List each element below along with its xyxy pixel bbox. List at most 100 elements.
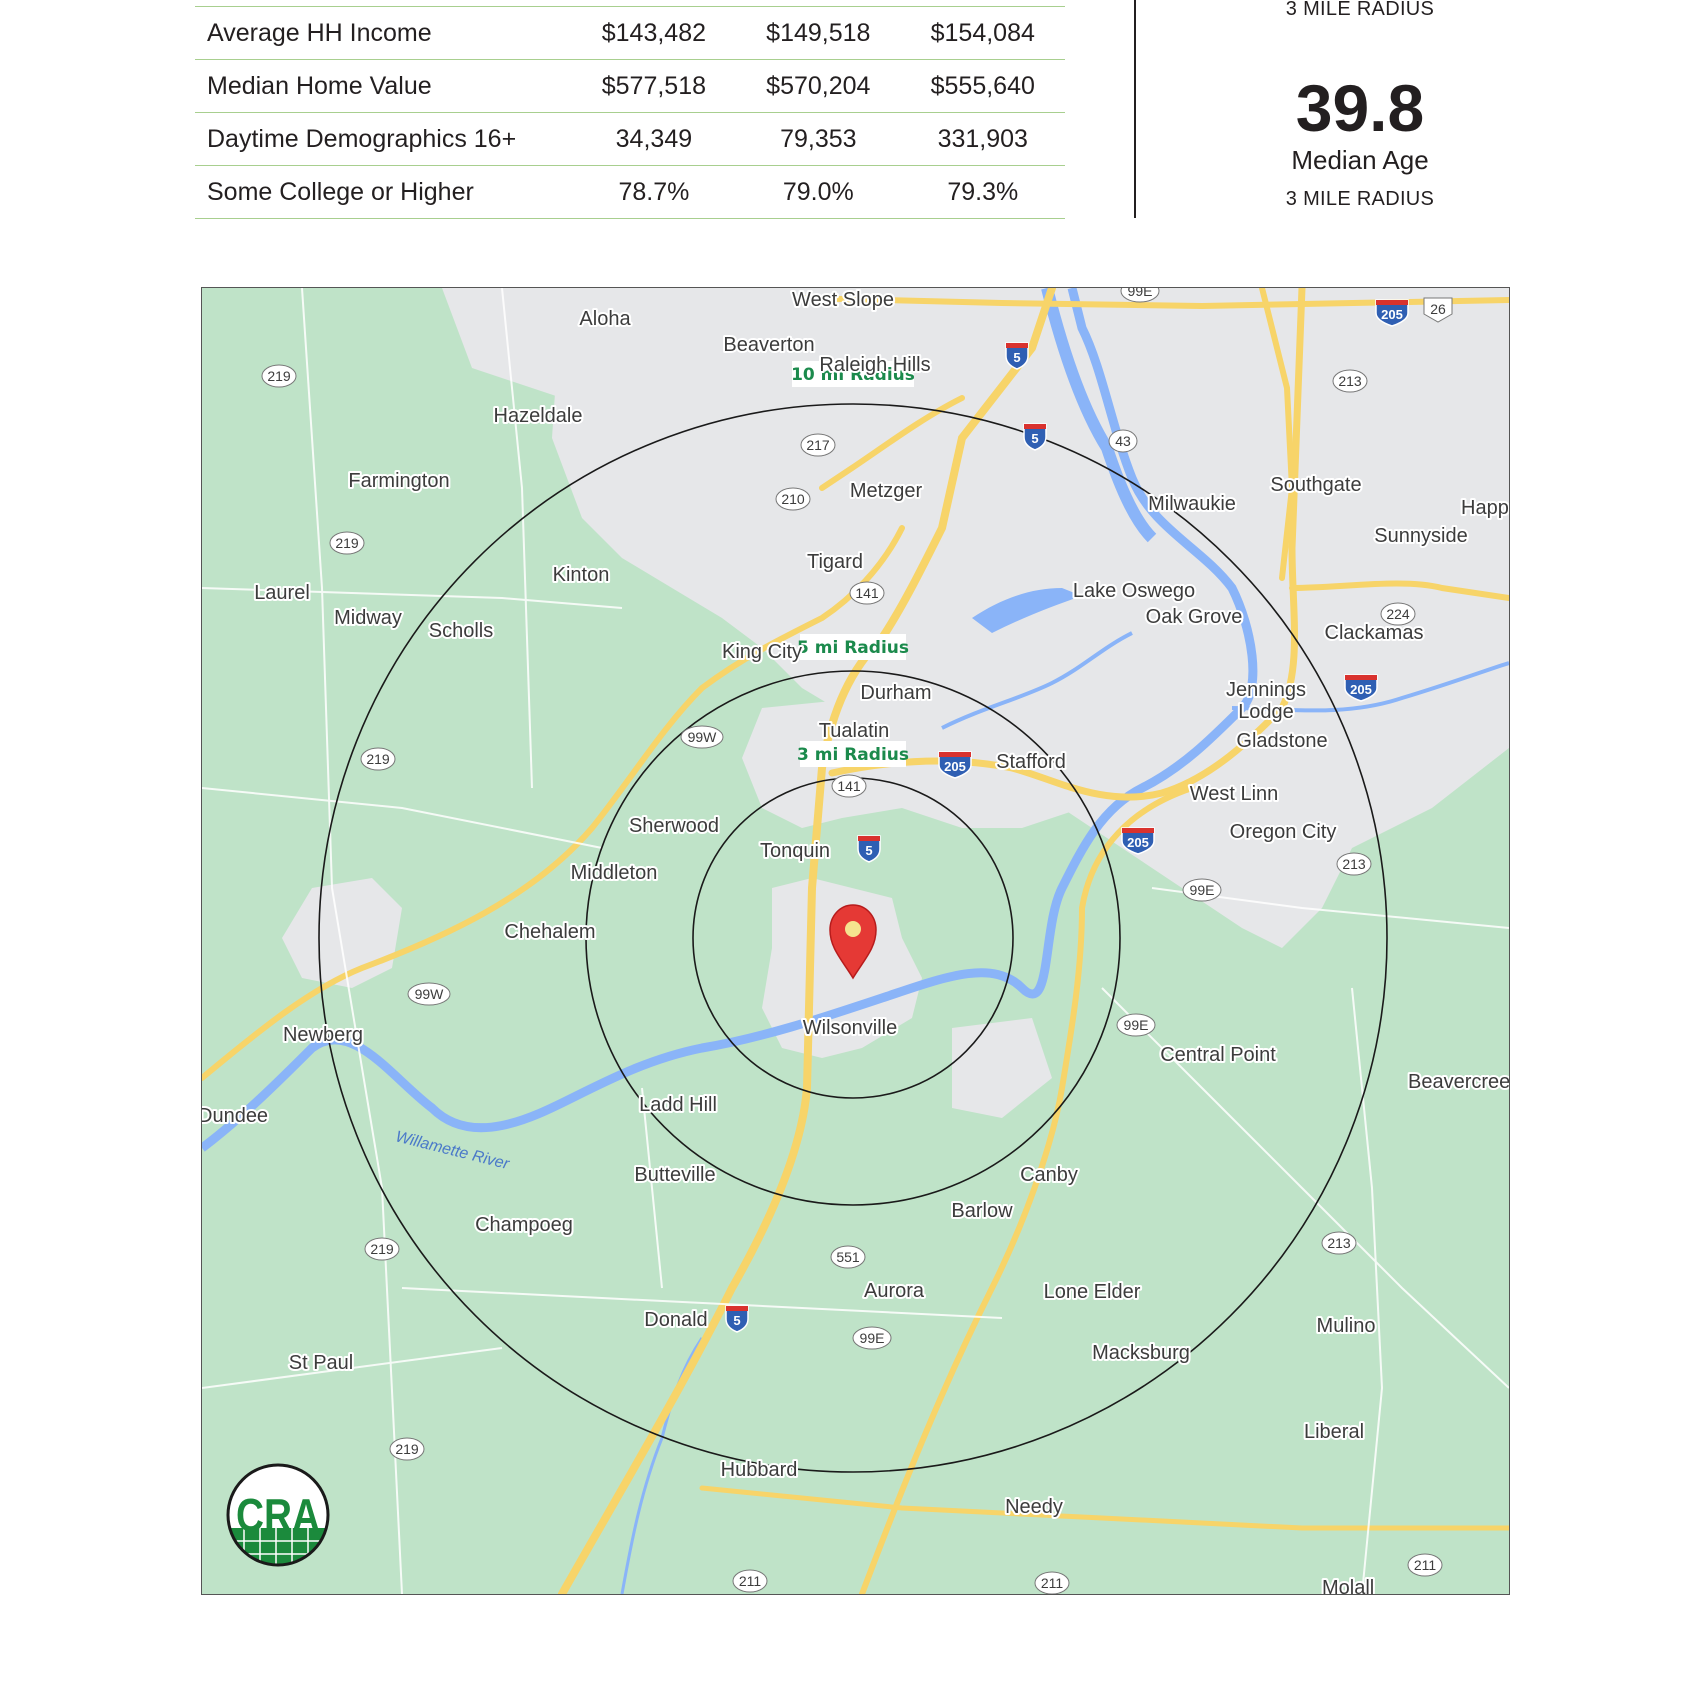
place-label: Needy [1005, 1496, 1063, 1518]
place-label: Central Point [1160, 1044, 1276, 1066]
route-shield-text: 219 [267, 368, 291, 384]
place-label: Jennings [1226, 679, 1306, 701]
value-10-mile: $154,084 [900, 6, 1065, 60]
route-shield-text: 141 [837, 778, 861, 794]
place-label: Midway [334, 607, 402, 629]
route-shield: 211 [1034, 1571, 1070, 1594]
place-label: Mulino [1317, 1315, 1376, 1337]
route-shield: 211 [1407, 1553, 1443, 1577]
value-3-mile: $143,482 [571, 6, 737, 60]
route-shield: 210 [775, 487, 811, 511]
route-shield-text: 99W [415, 986, 445, 1002]
place-label: Southgate [1270, 474, 1361, 496]
place-label: Champoeg [475, 1214, 573, 1236]
value-10-mile: $555,640 [900, 59, 1065, 113]
place-label: Happ [1461, 497, 1509, 519]
route-shield-text: 211 [1041, 1575, 1064, 1591]
map-canvas: 10 mi Radius 5 mi Radius 3 mi Radius Wes… [202, 288, 1509, 1594]
place-label: Clackamas [1325, 622, 1424, 644]
table-row: Average HH Income $143,482 $149,518 $154… [195, 6, 1065, 60]
radius-label-text: 3 mi Radius [797, 745, 909, 765]
interstate-shield-text: 205 [944, 759, 966, 774]
route-shield: 213 [1332, 369, 1368, 393]
place-label: Barlow [951, 1200, 1013, 1222]
interstate-shield-text: 5 [1031, 431, 1038, 446]
route-shield-text: 211 [739, 1573, 762, 1589]
value-5-mile: $149,518 [736, 6, 901, 60]
route-shield-text: 551 [836, 1249, 860, 1265]
interstate-shield-text: 205 [1381, 307, 1403, 322]
place-label: Tigard [807, 551, 863, 573]
median-age-caption: 3 MILE RADIUS [1285, 188, 1435, 210]
route-shield-text: 224 [1386, 606, 1410, 622]
place-label: Scholls [429, 620, 493, 642]
radius-label-text: 5 mi Radius [797, 638, 909, 658]
place-label: Donald [644, 1309, 707, 1331]
route-shield: 99W [407, 982, 451, 1006]
route-shield-text: 217 [806, 437, 830, 453]
place-label: Stafford [996, 751, 1066, 773]
value-5-mile: 79,353 [736, 112, 901, 166]
radius-label-5mi: 5 mi Radius [797, 634, 909, 660]
route-shield: 217 [800, 433, 836, 457]
median-age-label: Median Age [1291, 145, 1429, 175]
table-row: Daytime Demographics 16+ 34,349 79,353 3… [195, 112, 1065, 166]
interstate-shield-text: 205 [1350, 682, 1372, 697]
place-label: Raleigh Hills [819, 354, 930, 376]
logo-text: CRA [236, 1489, 320, 1541]
value-5-mile: 79.0% [736, 165, 901, 219]
place-label: Lake Oswego [1073, 580, 1195, 602]
place-label: Tualatin [819, 720, 889, 742]
route-shield-text: 219 [370, 1241, 394, 1257]
place-label: Beavercree [1408, 1071, 1509, 1093]
value-3-mile: 78.7% [571, 165, 737, 219]
interstate-shield-text: 5 [1013, 350, 1020, 365]
route-shield: 219 [389, 1437, 425, 1461]
route-shield-text: 213 [1338, 373, 1362, 389]
route-shield-text: 43 [1115, 433, 1131, 449]
place-label: Dundee [202, 1105, 268, 1127]
place-label: West Slope [792, 289, 894, 311]
vertical-divider [1134, 0, 1136, 218]
value-3-mile: $577,518 [571, 59, 737, 113]
place-label: West Linn [1190, 783, 1279, 805]
route-shield: 224 [1380, 602, 1416, 626]
route-shield-text: 219 [366, 751, 390, 767]
value-10-mile: 331,903 [900, 112, 1065, 166]
route-shield: 141 [831, 774, 867, 798]
place-label: Lone Elder [1044, 1281, 1141, 1303]
route-shield: 213 [1336, 852, 1372, 876]
place-label: Sherwood [629, 815, 719, 837]
place-label: Ladd Hill [639, 1094, 717, 1116]
row-label: Median Home Value [195, 59, 572, 113]
route-shield-text: 99W [688, 729, 718, 745]
place-label: Middleton [571, 862, 658, 884]
place-label: King City [722, 641, 802, 663]
route-shield-text: 211 [1414, 1557, 1437, 1573]
place-label: Canby [1020, 1164, 1078, 1186]
place-label: Beaverton [723, 334, 814, 356]
demographics-table: Average HH Income $143,482 $149,518 $154… [195, 6, 1065, 219]
route-shield: 219 [261, 364, 297, 388]
table-row: Median Home Value $577,518 $570,204 $555… [195, 59, 1065, 113]
route-shield: 99E [1182, 878, 1222, 902]
stat-caption-top: 3 MILE RADIUS [1285, 0, 1435, 20]
row-label: Average HH Income [195, 6, 572, 60]
place-label: Kinton [553, 564, 610, 586]
radius-map[interactable]: 10 mi Radius 5 mi Radius 3 mi Radius Wes… [201, 287, 1510, 1595]
place-label: Aloha [579, 308, 631, 330]
row-label: Some College or Higher [195, 165, 572, 219]
route-shield: 43 [1108, 429, 1138, 453]
route-shield: 99E [852, 1326, 892, 1350]
value-10-mile: 79.3% [900, 165, 1065, 219]
place-label: Tonquin [760, 840, 830, 862]
place-label: Molall [1322, 1577, 1374, 1594]
route-shield-text: 219 [395, 1441, 419, 1457]
interstate-shield: 5 [857, 835, 881, 863]
place-label: Hubbard [721, 1459, 798, 1481]
route-shield: 213 [1321, 1231, 1357, 1255]
route-shield-text: 213 [1327, 1235, 1351, 1251]
route-shield-text: 141 [855, 585, 879, 601]
route-shield-text: 99E [1128, 288, 1153, 299]
place-label: Sunnyside [1374, 525, 1467, 547]
